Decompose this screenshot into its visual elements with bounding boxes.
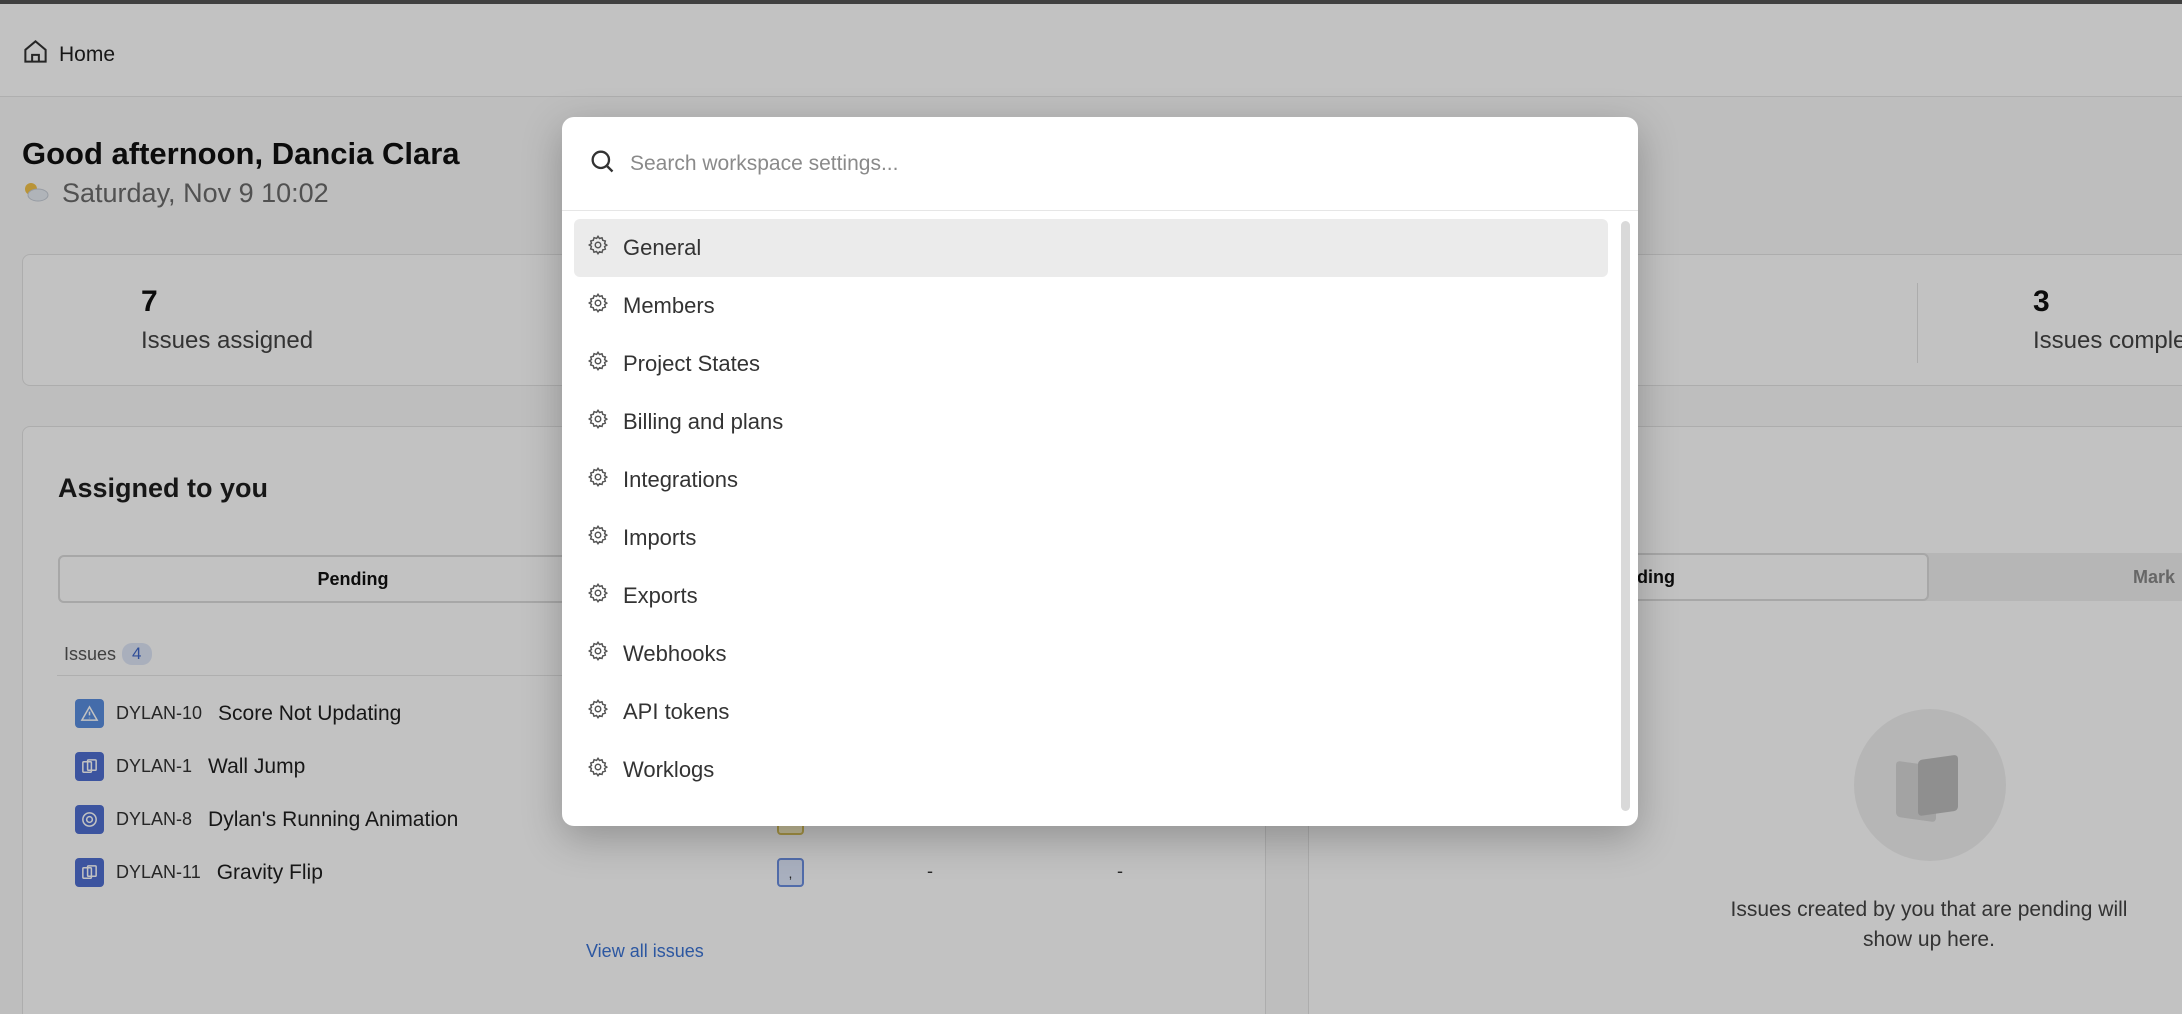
gear-icon — [587, 234, 609, 262]
settings-item-members[interactable]: Members — [574, 277, 1608, 335]
settings-item-label: Exports — [623, 583, 698, 608]
settings-item-label: Imports — [623, 525, 697, 550]
workspace-settings-modal: General Members Project States Billing a… — [562, 117, 1638, 826]
gear-icon — [587, 524, 609, 552]
modal-scrollbar[interactable] — [1621, 221, 1630, 811]
settings-item-integrations[interactable]: Integrations — [574, 451, 1608, 509]
settings-item-label: Worklogs — [623, 757, 715, 782]
settings-item-worklogs[interactable]: Worklogs — [574, 741, 1608, 799]
gear-icon — [587, 756, 609, 784]
gear-icon — [587, 466, 609, 494]
settings-search-bar — [562, 117, 1638, 211]
settings-item-label: General — [623, 235, 702, 260]
settings-item-label: Project States — [623, 351, 760, 376]
settings-item-label: API tokens — [623, 699, 730, 724]
settings-item-general[interactable]: General — [574, 219, 1608, 277]
gear-icon — [587, 292, 609, 320]
gear-icon — [587, 408, 609, 436]
settings-item-label: Billing and plans — [623, 409, 784, 434]
settings-item-label: Integrations — [623, 467, 738, 492]
settings-search-input[interactable] — [630, 151, 1530, 176]
settings-item-imports[interactable]: Imports — [574, 509, 1608, 567]
settings-item-label: Webhooks — [623, 641, 727, 666]
gear-icon — [587, 640, 609, 668]
settings-item-exports[interactable]: Exports — [574, 567, 1608, 625]
settings-item-webhooks[interactable]: Webhooks — [574, 625, 1608, 683]
settings-item-billing[interactable]: Billing and plans — [574, 393, 1608, 451]
settings-item-label: Members — [623, 293, 715, 318]
gear-icon — [587, 582, 609, 610]
settings-menu-list: General Members Project States Billing a… — [574, 219, 1608, 799]
settings-item-project-states[interactable]: Project States — [574, 335, 1608, 393]
gear-icon — [587, 698, 609, 726]
gear-icon — [587, 350, 609, 378]
search-icon — [588, 147, 616, 180]
settings-item-api-tokens[interactable]: API tokens — [574, 683, 1608, 741]
